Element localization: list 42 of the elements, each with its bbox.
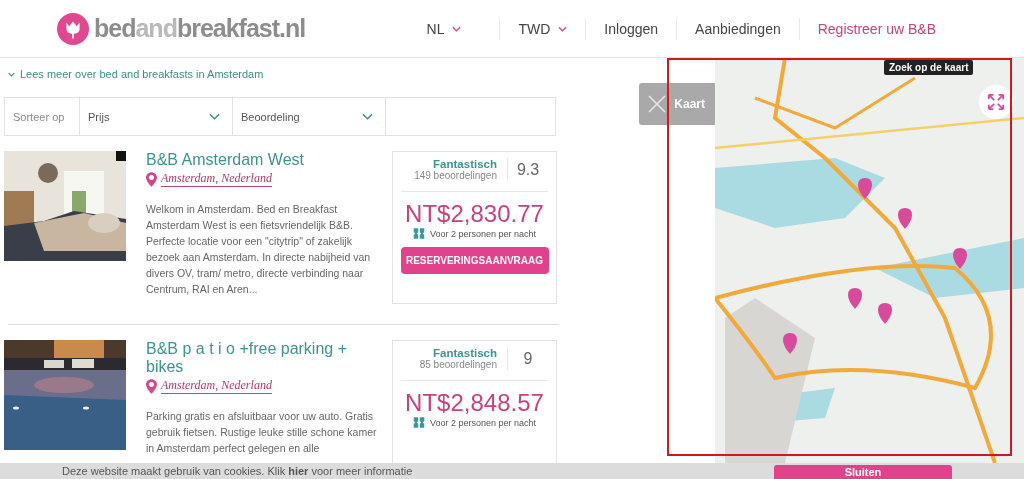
- chevron-down-icon: [8, 71, 15, 77]
- sort-select[interactable]: Beoordeling: [233, 98, 386, 135]
- location-pin-icon: [146, 171, 157, 187]
- read-more-link[interactable]: Lees meer over bed and breakfasts in Amsterdam: [20, 68, 264, 80]
- booking-request-button[interactable]: RESERVERINGSAANVRAAG: [400, 247, 549, 274]
- listing-title[interactable]: B&B Amsterdam West: [146, 151, 382, 169]
- price-note: Voor 2 personen per nacht: [429, 417, 537, 428]
- rating-label: Fantastisch: [433, 158, 497, 170]
- location-link[interactable]: Amsterdam, Nederland: [161, 378, 272, 394]
- price: NT$2,830.77: [405, 200, 544, 228]
- chevron-down-icon: [209, 113, 220, 120]
- price: NT$2,848.57: [405, 389, 544, 417]
- chevron-down-icon: [452, 25, 462, 32]
- listing-title[interactable]: B&B p a t i o +free parking + bikes: [146, 340, 382, 376]
- tulip-logo-icon: [57, 12, 89, 45]
- price-note: Voor 2 personen per nacht: [429, 228, 537, 239]
- map-tooltip: Zoek op de kaart: [884, 60, 974, 75]
- language-dropdown[interactable]: NL: [408, 20, 500, 37]
- listing-description: Parking gratis en afsluitbaar voor uw auto. Gratis gebruik fietsen. Rustige leuke stille schone kamer in Amsterdam perfect gelegen en alle: [146, 409, 378, 456]
- sort-select[interactable]: Prijs: [80, 98, 233, 135]
- nav-link[interactable]: Inloggen: [586, 20, 677, 37]
- listing-description: Welkom in Amsterdam. Bed en Breakfast Amsterdam West is een fietsvriendelijk B&B. Perfecte locatie voor een "citytrip" of zakelijk bezoek aan Amsterdam. In directe nabijheid van divers OV, tram/ metro, directe verbinding naar Centrum, RAI en Aren...: [146, 202, 372, 297]
- cookie-notice: Deze website maakt gebruik van cookies. Klik hier voor meer informatie: [62, 465, 413, 477]
- location-link[interactable]: Amsterdam, Nederland: [161, 171, 272, 187]
- review-count: 149 beoordelingen: [414, 170, 497, 181]
- location-pin-icon: [146, 378, 157, 394]
- chevron-down-icon: [558, 25, 568, 32]
- nav-link[interactable]: Aanbiedingen: [677, 20, 799, 37]
- rating-score: 9.3: [515, 160, 541, 179]
- two-persons-icon: [412, 417, 425, 428]
- review-count: 85 beoordelingen: [419, 359, 497, 370]
- sort-label: Sorteer op: [5, 98, 80, 135]
- rating-score: 9: [522, 349, 534, 368]
- register-link[interactable]: Registreer uw B&B: [799, 20, 954, 37]
- logo-wordmark[interactable]: bedandbreakfast.nl: [94, 14, 306, 43]
- rating-label: Fantastisch: [433, 347, 497, 359]
- chevron-down-icon: [362, 113, 373, 120]
- close-button[interactable]: Sluiten: [774, 465, 952, 479]
- expand-arrows-icon: [987, 93, 1005, 111]
- two-persons-icon: [412, 228, 425, 239]
- close-icon: [647, 94, 667, 114]
- language-dropdown[interactable]: TWD: [500, 20, 586, 37]
